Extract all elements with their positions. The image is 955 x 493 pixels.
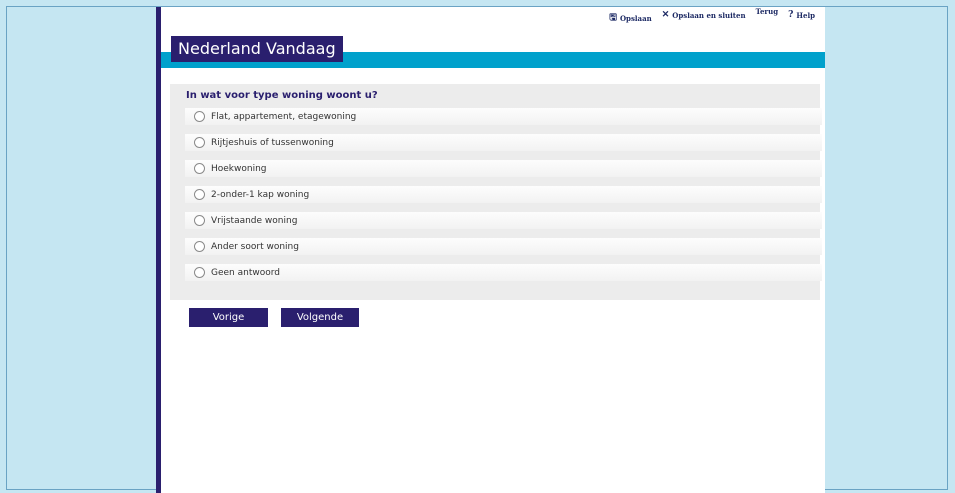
option-2-onder-1-kap[interactable]: 2-onder-1 kap woning bbox=[185, 186, 822, 203]
save-label: Opslaan bbox=[619, 13, 652, 23]
radio-button[interactable] bbox=[194, 215, 205, 226]
help-link[interactable]: ? Help bbox=[788, 10, 815, 20]
back-link[interactable]: Terug bbox=[756, 7, 779, 16]
save-close-label: Opslaan en sluiten bbox=[672, 10, 746, 20]
option-geen-antwoord[interactable]: Geen antwoord bbox=[185, 264, 822, 281]
option-label: Flat, appartement, etagewoning bbox=[211, 111, 357, 122]
left-accent-bar bbox=[156, 7, 161, 493]
radio-button[interactable] bbox=[194, 267, 205, 278]
back-label: Terug bbox=[755, 7, 779, 16]
option-rijtjeshuis[interactable]: Rijtjeshuis of tussenwoning bbox=[185, 134, 822, 151]
option-label: Hoekwoning bbox=[211, 163, 267, 174]
question-panel: In wat voor type woning woont u? Flat, a… bbox=[170, 84, 822, 300]
save-close-link[interactable]: ✕ Opslaan en sluiten bbox=[662, 10, 746, 20]
survey-page: 🖫 Opslaan ✕ Opslaan en sluiten Terug ? H… bbox=[156, 7, 825, 493]
radio-button[interactable] bbox=[194, 163, 205, 174]
radio-button[interactable] bbox=[194, 111, 205, 122]
previous-button[interactable]: Vorige bbox=[189, 308, 268, 327]
option-label: Vrijstaande woning bbox=[211, 215, 298, 226]
question-text: In wat voor type woning woont u? bbox=[186, 90, 378, 101]
option-hoekwoning[interactable]: Hoekwoning bbox=[185, 160, 822, 177]
close-icon: ✕ bbox=[661, 10, 670, 20]
radio-button[interactable] bbox=[194, 241, 205, 252]
option-label: Ander soort woning bbox=[211, 241, 299, 252]
radio-button[interactable] bbox=[194, 189, 205, 200]
option-label: 2-onder-1 kap woning bbox=[211, 189, 310, 200]
save-icon: 🖫 bbox=[609, 13, 617, 23]
help-icon: ? bbox=[788, 10, 794, 20]
option-vrijstaand[interactable]: Vrijstaande woning bbox=[185, 212, 822, 229]
save-link[interactable]: 🖫 Opslaan bbox=[609, 10, 651, 26]
top-links: 🖫 Opslaan ✕ Opslaan en sluiten Terug ? H… bbox=[609, 7, 815, 26]
next-button[interactable]: Volgende bbox=[281, 308, 359, 327]
page-title: Nederland Vandaag bbox=[171, 36, 343, 62]
help-label: Help bbox=[796, 10, 815, 20]
option-flat[interactable]: Flat, appartement, etagewoning bbox=[185, 108, 822, 125]
option-label: Geen antwoord bbox=[211, 267, 280, 278]
option-label: Rijtjeshuis of tussenwoning bbox=[211, 137, 334, 148]
option-ander[interactable]: Ander soort woning bbox=[185, 238, 822, 255]
radio-button[interactable] bbox=[194, 137, 205, 148]
